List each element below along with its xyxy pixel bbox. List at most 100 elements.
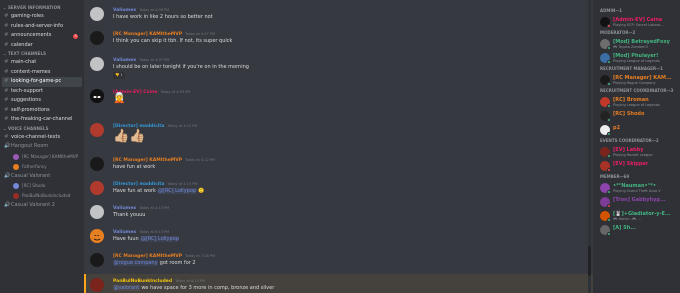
status-dnd-icon (607, 168, 611, 172)
username[interactable]: Valiumex (113, 8, 136, 13)
user-avatar[interactable] (90, 57, 104, 71)
channel-gaming-roles[interactable]: # gaming-roles (2, 12, 82, 22)
user-avatar[interactable] (90, 205, 104, 219)
message-text: have fun at work (113, 164, 156, 170)
member-avatar (600, 197, 611, 208)
channel-announcements[interactable]: # announcements 3 (2, 31, 82, 41)
member-item[interactable]: p2 (593, 123, 680, 137)
speaker-icon: 🔊 (4, 143, 11, 149)
user-avatar[interactable] (90, 278, 104, 292)
status-online-icon (607, 132, 611, 136)
voice-user-avatar (13, 193, 19, 199)
channel-calendar[interactable]: # calendar (2, 41, 82, 51)
channel-rules-and-server-info[interactable]: # rules-and-server-info (2, 22, 82, 32)
hash-icon: # (4, 116, 9, 122)
user-avatar[interactable] (90, 157, 104, 171)
hash-icon: # (4, 13, 9, 19)
channel-content-memes[interactable]: # content-memes (2, 68, 82, 78)
channel-voice-channel-texts[interactable]: # voice-channel-texts (2, 133, 82, 143)
hash-icon: # (4, 59, 9, 65)
member-name: p2 (613, 125, 621, 131)
reaction[interactable]: 👎 1 (113, 72, 125, 79)
member-avatar (600, 125, 611, 136)
member-name: [EV] Skipper (613, 161, 649, 167)
member-item[interactable]: [EV] Skipper (593, 159, 680, 173)
member-name: [RC] Shodo (613, 111, 645, 117)
member-item[interactable]: [Mod] BetrayedFoxy 🎮 Toyota Zombie!!! (593, 37, 680, 51)
channel-label: the-freaking-car-channel (11, 116, 73, 122)
member-avatar (600, 111, 611, 122)
member-item[interactable]: [Tron] Gabbyhyp... (593, 195, 680, 209)
channel-tech-support[interactable]: # tech-support (2, 87, 82, 97)
username[interactable]: Valiumex (113, 230, 136, 235)
member-avatar (600, 17, 611, 28)
username[interactable]: [RC Manager] KAMItheMVP (113, 254, 182, 259)
voice-user[interactable]: Fatherfancy (0, 162, 84, 172)
channel-label: main-chat (11, 59, 37, 65)
member-avatar (600, 97, 611, 108)
hash-icon: # (4, 78, 9, 84)
username[interactable]: [RC Manager] KAMItheMVP (113, 32, 182, 37)
timestamp: Today at 4:07 PM (139, 58, 170, 62)
hash-icon: # (4, 41, 9, 48)
username[interactable]: Valiumex (113, 58, 136, 63)
member-list: ADMIN—1 [Admin-EV] Caine Playing SCP: Secr… (593, 0, 680, 293)
member-item[interactable]: [Mod] Phulayer! Playing League of Legends (593, 51, 680, 65)
voice-channel[interactable]: 🔊 Casual Valorant 2 (2, 201, 82, 211)
channel-self-promotions[interactable]: # self-promotions (2, 106, 82, 116)
category-header[interactable]: ⌄ TEXT CHANNELS (0, 50, 84, 58)
member-item[interactable]: [🐰]+Gladiator-y-E... 🎮 Honor...🎮 ... (593, 209, 680, 223)
user-mention[interactable]: @[RC] Lollypop (157, 188, 197, 194)
message-header: PanBulNoBunkIncluded Today at 8:13 PM (113, 278, 205, 285)
member-activity: Playing Rocket League (613, 153, 653, 157)
user-avatar[interactable] (90, 123, 104, 137)
message-text: I should be on later tonight if you're o… (113, 64, 249, 70)
user-mention[interactable]: @rogue company (113, 260, 159, 266)
member-item[interactable]: [RC] Shodo (593, 109, 680, 123)
channel-label: self-promotions (11, 106, 50, 113)
username[interactable]: Valiumex (113, 206, 136, 211)
reaction-chip[interactable]: 👎 1 (113, 72, 125, 79)
user-avatar[interactable] (90, 181, 104, 195)
voice-channel-label: Casual Valorant (11, 172, 51, 179)
user-avatar[interactable] (90, 7, 104, 21)
timestamp: Today at 7:28 PM (185, 254, 216, 258)
channel-main-chat[interactable]: # main-chat (2, 58, 82, 68)
member-avatar (600, 225, 611, 236)
voice-user[interactable]: PanBulNoBunkIncluded (0, 191, 84, 201)
channel-looking-for-game-pc[interactable]: # looking-for-game-pc (2, 77, 82, 87)
user-avatar[interactable] (90, 89, 104, 103)
member-list-spacer (593, 0, 680, 7)
voice-channel[interactable]: 🔊 Hangout Room (2, 142, 82, 152)
member-item[interactable]: [RC] Broman Playing League of Legends (593, 95, 680, 109)
timestamp: Today at 6:13 PM (139, 230, 170, 234)
voice-user[interactable]: [RC] Shodo (0, 181, 84, 191)
category-header[interactable]: ⌄ SERVER INFORMATION (0, 4, 84, 12)
username[interactable]: PanBulNoBunkIncluded (113, 279, 172, 284)
voice-user[interactable]: [RC Manager] KAMItheMVP (0, 152, 84, 162)
channel-label: suggestions (11, 97, 41, 103)
hash-icon: # (4, 97, 9, 103)
user-mention[interactable]: @[RC] Lollypop (140, 236, 180, 242)
user-mention[interactable]: @valorant (113, 285, 140, 291)
channel-suggestions[interactable]: # suggestions (2, 96, 82, 106)
channel-the-freaking-car-channel[interactable]: # the-freaking-car-channel (2, 115, 82, 125)
message-header: [RC Manager] KAMItheMVP Today at 7:28 PM (113, 253, 215, 260)
category-header[interactable]: ⌄ VOICE CHANNELS (0, 125, 84, 133)
member-item[interactable]: [A] Sh... (593, 223, 680, 237)
user-avatar[interactable] (90, 229, 104, 243)
username[interactable]: [RC Manager] KAMItheMVP (113, 158, 182, 163)
hash-icon: # (4, 106, 9, 113)
member-item[interactable]: [Admin-EV] Caine Playing SCP: Secret Labo… (593, 15, 680, 29)
status-dnd-icon (607, 24, 611, 28)
username[interactable]: [Director] maddicita (113, 182, 164, 187)
voice-user-avatar (13, 153, 19, 160)
member-avatar (600, 183, 611, 194)
member-item[interactable]: [EV] Labby Playing Rocket League (593, 145, 680, 159)
member-item[interactable]: [RC Manager] KAM... Playing Rogue Company (593, 73, 680, 87)
user-avatar[interactable] (90, 253, 104, 267)
chat-scrollbar-thumb[interactable] (588, 246, 591, 276)
voice-channel[interactable]: 🔊 Casual Valorant (2, 172, 82, 182)
member-item[interactable]: •*°Nauman•°*• Playing Grand Theft Auto V (593, 181, 680, 195)
user-avatar[interactable] (90, 31, 104, 45)
